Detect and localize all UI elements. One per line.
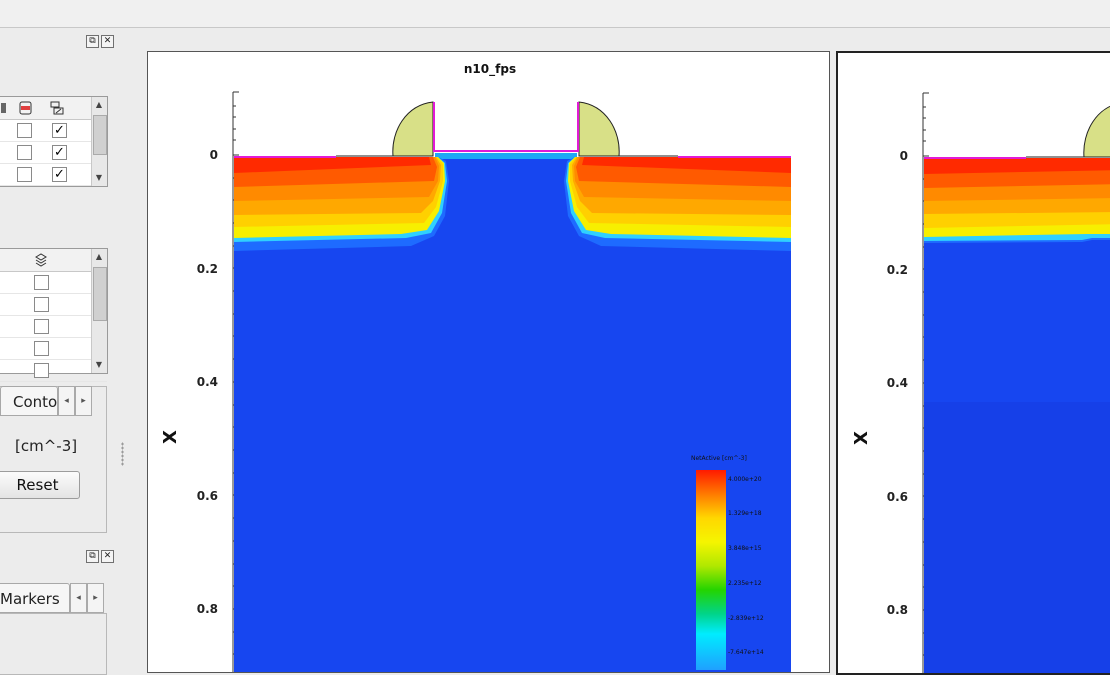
dock-buttons-bottom: ⧉ ✕ xyxy=(86,550,114,563)
regions-scrollbar[interactable]: ▲ ▼ xyxy=(91,97,107,186)
left-doping-profile xyxy=(924,158,1110,243)
export-icon xyxy=(50,101,64,115)
field-checkbox-1[interactable] xyxy=(34,275,49,290)
legend-label: 1.329e+18 xyxy=(728,510,762,517)
scroll-up-icon[interactable]: ▲ xyxy=(94,100,104,110)
dock-buttons-top: ⧉ ✕ xyxy=(86,35,114,48)
substrate-deep-region xyxy=(924,402,1110,673)
field-checkbox-4[interactable] xyxy=(34,341,49,356)
region-checkbox-2b[interactable]: ✓ xyxy=(52,145,67,160)
splitter-handle[interactable] xyxy=(121,442,124,466)
gate-outline xyxy=(433,102,579,152)
y-tick-label: 0 xyxy=(210,148,218,162)
left-dock-panel: ⧉ ✕ ✓ ✓ ✓ ▲ ▼ ▲ ▼ Conto ◂ ▸ [cm^-3] Rese… xyxy=(0,28,140,675)
legend-label: 2.235e+12 xyxy=(728,580,762,587)
region-checkbox-2a[interactable] xyxy=(17,145,32,160)
gate-oxide xyxy=(435,153,577,159)
unit-label: [cm^-3] xyxy=(15,437,78,455)
scroll-thumb[interactable] xyxy=(93,115,107,155)
y-axis-label: X xyxy=(160,430,181,444)
y-tick-label: 0.2 xyxy=(887,263,908,277)
y-tick-label: 0.4 xyxy=(887,376,908,390)
left-spacer xyxy=(1083,106,1110,158)
fields-scrollbar[interactable]: ▲ ▼ xyxy=(91,249,107,373)
tab-contour[interactable]: Conto xyxy=(0,386,58,416)
plot-frame-2[interactable]: 0 0.2 0.4 0.6 0.8 X xyxy=(836,51,1110,675)
region-checkbox-3a[interactable] xyxy=(17,167,32,182)
y-tick-label: 0.2 xyxy=(197,262,218,276)
left-spacer xyxy=(392,101,434,157)
layers-icon xyxy=(35,253,47,267)
scroll-down-icon[interactable]: ▼ xyxy=(94,173,104,183)
y-tick-label: 0.6 xyxy=(887,490,908,504)
regions-table: ✓ ✓ ✓ ▲ ▼ xyxy=(0,96,108,187)
plot-1-title: n10_fps xyxy=(464,62,516,77)
y-tick-label: 0.8 xyxy=(197,602,218,616)
tab-scroll-left-icon[interactable]: ◂ xyxy=(70,583,87,613)
y-tick-labels: 0 0.2 0.4 0.6 0.8 xyxy=(197,148,218,616)
right-spacer xyxy=(578,101,620,157)
float-icon[interactable]: ⧉ xyxy=(86,550,99,563)
legend-label: -2.839e+12 xyxy=(728,615,764,622)
legend-title: NetActive [cm^-3] xyxy=(691,455,747,462)
plot-frame-1[interactable]: n10_fps 0 0.2 0.4 0.6 0.8 X NetActive [c… xyxy=(147,51,830,673)
legend-label: 4.000e+20 xyxy=(728,476,762,483)
fields-table: ▲ ▼ xyxy=(0,248,108,382)
field-checkbox-2[interactable] xyxy=(34,297,49,312)
close-icon[interactable]: ✕ xyxy=(101,550,114,563)
region-checkbox-1b[interactable]: ✓ xyxy=(52,123,67,138)
y-axis-label: X xyxy=(851,431,872,445)
region-checkbox-1a[interactable] xyxy=(17,123,32,138)
reset-button[interactable]: Reset xyxy=(0,471,80,499)
scroll-down-icon[interactable]: ▼ xyxy=(94,360,104,370)
scroll-thumb[interactable] xyxy=(93,267,107,321)
tab-markers[interactable]: Markers xyxy=(0,583,70,613)
y-tick-label: 0.8 xyxy=(887,603,908,617)
tab-scroll-right-icon[interactable]: ▸ xyxy=(87,583,104,613)
legend-label: 3.848e+15 xyxy=(728,545,762,552)
plot-1-canvas: n10_fps 0 0.2 0.4 0.6 0.8 X NetActive [c… xyxy=(160,62,791,672)
tab-scroll-left-icon[interactable]: ◂ xyxy=(58,386,75,416)
y-tick-label: 0.6 xyxy=(197,489,218,503)
float-icon[interactable]: ⧉ xyxy=(86,35,99,48)
field-checkbox-5[interactable] xyxy=(34,363,49,378)
legend-colorbar xyxy=(696,470,726,670)
legend-label: -7.647e+14 xyxy=(728,649,764,656)
y-tick-label: 0 xyxy=(900,149,908,163)
scroll-up-icon[interactable]: ▲ xyxy=(94,252,104,262)
tab-scroll-right-icon[interactable]: ▸ xyxy=(75,386,92,416)
toolbar-strip xyxy=(0,0,1110,28)
column-icon xyxy=(1,103,6,113)
region-checkbox-3b[interactable]: ✓ xyxy=(52,167,67,182)
right-doping-profile xyxy=(564,157,791,251)
markers-group xyxy=(0,613,107,675)
close-icon[interactable]: ✕ xyxy=(101,35,114,48)
field-checkbox-3[interactable] xyxy=(34,319,49,334)
mesh-icon xyxy=(19,101,32,115)
y-tick-label: 0.4 xyxy=(197,375,218,389)
y-tick-labels: 0 0.2 0.4 0.6 0.8 xyxy=(887,149,908,617)
left-doping-profile xyxy=(234,157,449,251)
plot-2-canvas: 0 0.2 0.4 0.6 0.8 X xyxy=(851,92,1110,673)
